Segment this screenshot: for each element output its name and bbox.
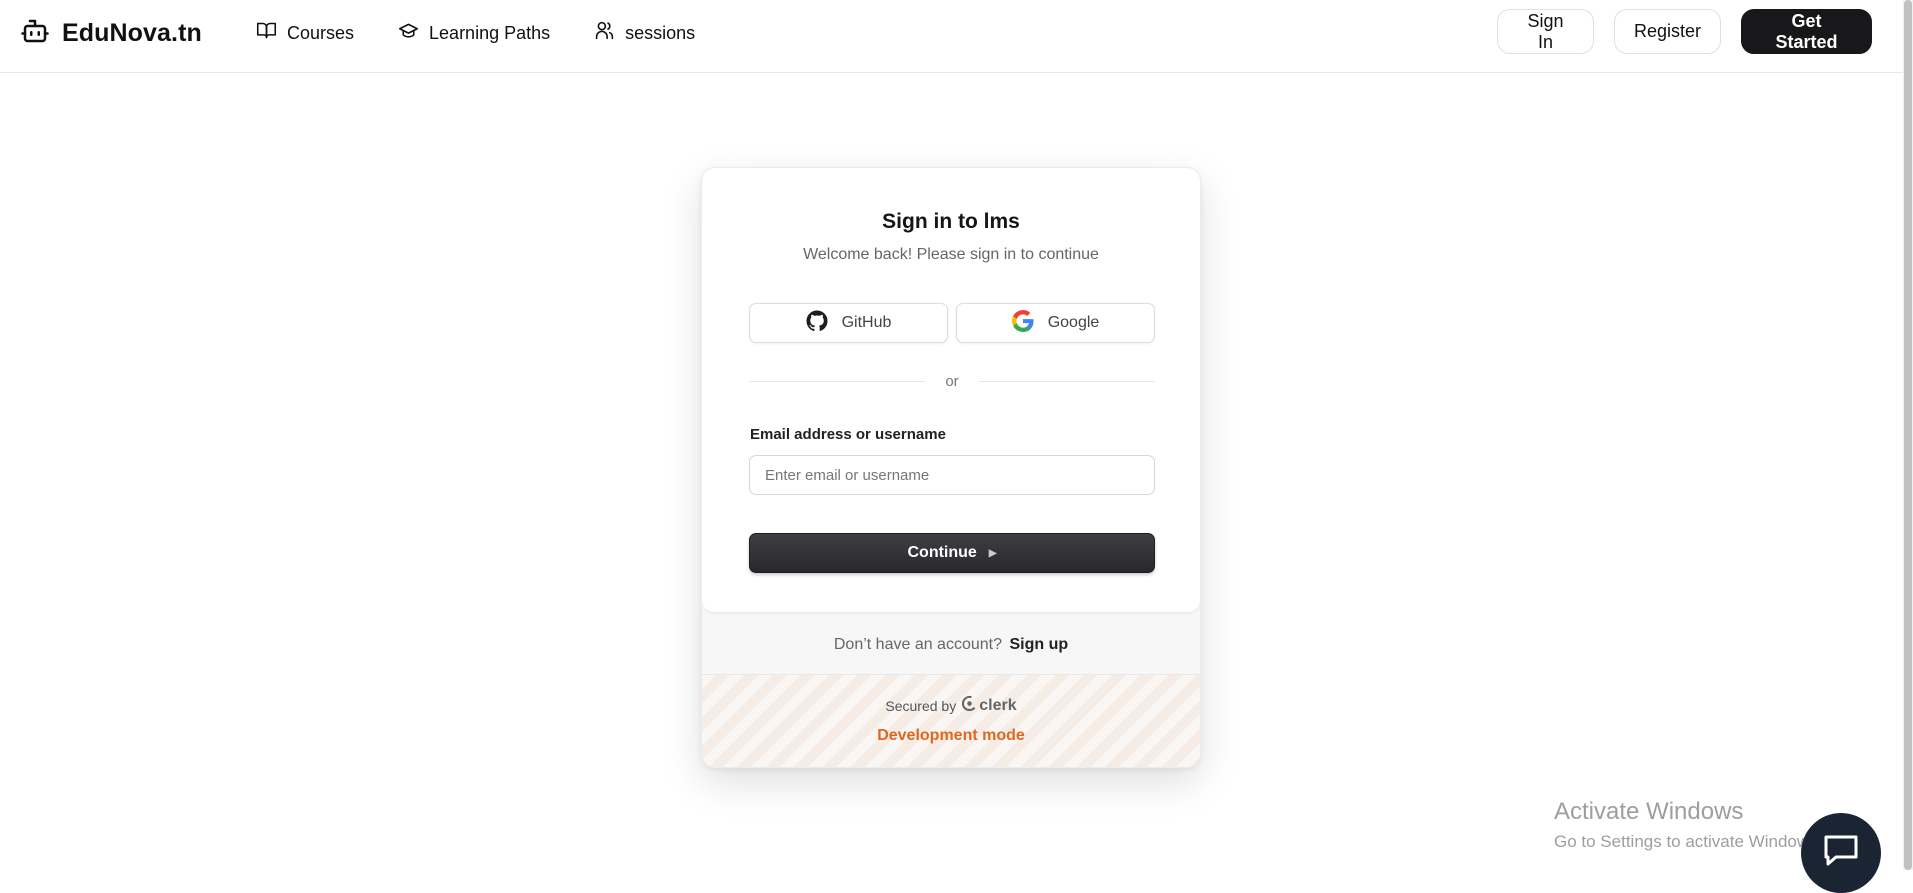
users-icon [594, 20, 615, 46]
register-button[interactable]: Register [1614, 9, 1721, 54]
continue-label: Continue [907, 544, 977, 561]
get-started-button[interactable]: Get Started [1741, 9, 1872, 54]
nav-item-label: Learning Paths [429, 22, 551, 43]
header-actions: Sign In Register Get Started [1497, 9, 1872, 54]
no-account-text: Don’t have an account? [833, 636, 1002, 653]
top-navbar: EduNova.tn Courses Learning Paths sessio… [0, 0, 1903, 73]
google-label: Google [1047, 314, 1100, 331]
github-sign-in-button[interactable]: GitHub [749, 303, 948, 343]
chat-launcher-button[interactable] [1801, 813, 1881, 893]
development-mode-label: Development mode [877, 727, 1025, 744]
divider-label: or [945, 373, 959, 390]
sign-in-card: Sign in to lms Welcome back! Please sign… [701, 167, 1201, 768]
divider-line [749, 381, 926, 382]
secured-by-text: Secured by [885, 698, 957, 714]
sign-up-prompt: Don’t have an account? Sign up [702, 636, 1200, 654]
chat-bubble-icon [1822, 833, 1860, 872]
google-sign-in-button[interactable]: Google [956, 303, 1155, 343]
robot-icon [20, 16, 50, 51]
or-divider: or [749, 373, 1155, 390]
nav-item-label: Courses [287, 22, 355, 43]
watermark-title: Activate Windows [1554, 798, 1744, 825]
graduation-cap-icon [398, 20, 419, 46]
sign-in-card-body: Sign in to lms Welcome back! Please sign… [702, 168, 1200, 612]
brand-name: EduNova.tn [62, 19, 202, 47]
secured-by: Secured by clerk [702, 695, 1200, 716]
clerk-wordmark: clerk [979, 697, 1017, 714]
watermark-subtitle: Go to Settings to activate Windows. [1554, 832, 1823, 851]
sign-in-subtitle: Welcome back! Please sign in to continue [803, 246, 1099, 263]
sign-up-link[interactable]: Sign up [1009, 636, 1068, 653]
sign-in-button[interactable]: Sign In [1497, 9, 1594, 54]
nav-item-courses[interactable]: Courses [256, 20, 354, 46]
google-icon [1011, 309, 1034, 337]
github-icon [806, 309, 828, 337]
clerk-icon [962, 695, 978, 716]
social-buttons: GitHub Google [749, 303, 1155, 343]
nav-item-learning-paths[interactable]: Learning Paths [398, 20, 550, 46]
email-field[interactable] [749, 455, 1155, 495]
nav-item-sessions[interactable]: sessions [594, 20, 695, 46]
sign-in-title: Sign in to lms [882, 210, 1020, 233]
scrollbar-thumb[interactable] [1904, 0, 1912, 870]
clerk-logo[interactable]: clerk [962, 695, 1017, 716]
divider-line [978, 381, 1155, 382]
page-scrollbar[interactable] [1903, 0, 1913, 870]
continue-button[interactable]: Continue ▶ [749, 533, 1155, 573]
email-field-label: Email address or username [750, 426, 946, 443]
brand[interactable]: EduNova.tn [20, 16, 202, 51]
nav-item-label: sessions [625, 22, 696, 43]
github-label: GitHub [841, 314, 892, 331]
book-icon [256, 20, 277, 46]
caret-right-icon: ▶ [988, 547, 997, 559]
dev-mode-footer: Secured by clerk Development mode [702, 674, 1200, 767]
activate-windows-watermark: Activate Windows Go to Settings to activ… [1554, 798, 1822, 852]
main-nav: Courses Learning Paths sessions [256, 20, 695, 46]
